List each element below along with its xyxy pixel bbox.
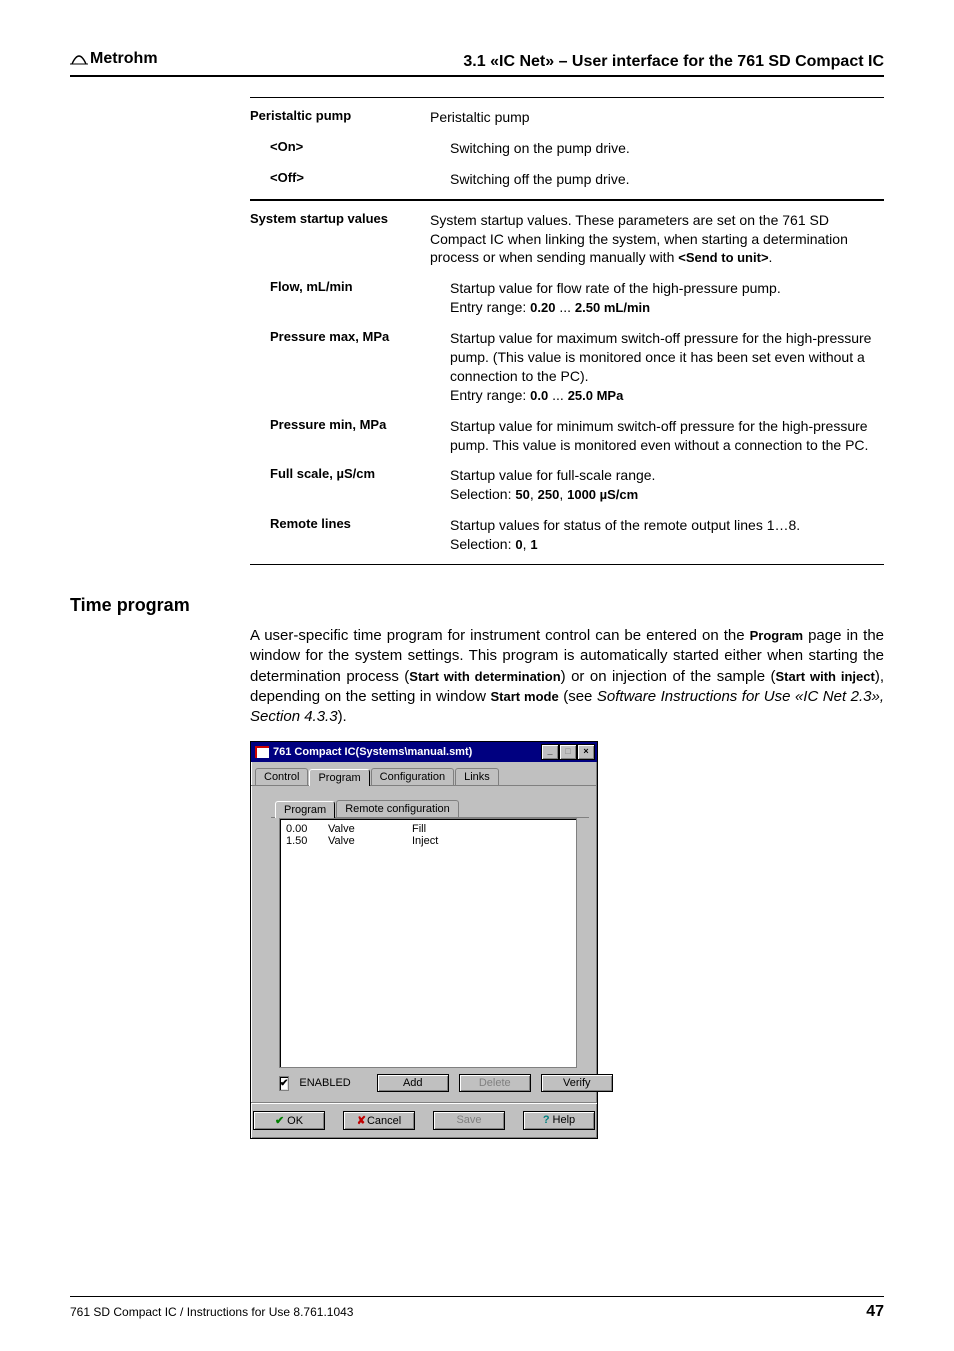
program-row[interactable]: 0.00ValveFill xyxy=(286,823,570,835)
verify-button[interactable]: Verify xyxy=(541,1074,613,1092)
definition-row: Flow, mL/minStartup value for flow rate … xyxy=(250,273,884,323)
tab-configuration[interactable]: Configuration xyxy=(371,768,454,785)
enabled-label: ENABLED xyxy=(299,1077,350,1089)
definition-row: Pressure min, MPaStartup value for minim… xyxy=(250,411,884,461)
inner-tabstrip: ProgramRemote configuration xyxy=(271,794,589,818)
definition-row: Peristaltic pumpPeristaltic pump xyxy=(250,97,884,133)
definition-desc: Startup value for maximum switch-off pre… xyxy=(450,329,884,405)
definition-desc: System startup values. These parameters … xyxy=(430,211,884,268)
program-argument: Fill xyxy=(412,823,570,835)
time-program-heading: Time program xyxy=(70,595,884,616)
footer-doc-id: 761 SD Compact IC / Instructions for Use… xyxy=(70,1305,353,1319)
definition-desc: Startup value for full-scale range.Selec… xyxy=(450,466,884,504)
definition-label: Peristaltic pump xyxy=(250,108,430,123)
definition-row: Pressure max, MPaStartup value for maxim… xyxy=(250,323,884,411)
dialog-titlebar[interactable]: 761 Compact IC(Systems\manual.smt) _ □ × xyxy=(251,742,597,762)
page-footer: 761 SD Compact IC / Instructions for Use… xyxy=(70,1296,884,1321)
definition-desc: Startup values for status of the remote … xyxy=(450,516,884,554)
definition-label: System startup values xyxy=(250,211,430,226)
definition-row: <Off>Switching off the pump drive. xyxy=(250,164,884,200)
program-time: 0.00 xyxy=(286,823,328,835)
definition-label: <Off> xyxy=(250,170,450,185)
definition-label: Pressure min, MPa xyxy=(250,417,450,432)
definition-row: Full scale, µS/cmStartup value for full-… xyxy=(250,460,884,510)
definition-desc: Switching on the pump drive. xyxy=(450,139,884,158)
controls-row: ✔ ENABLED Add Delete Verify xyxy=(251,1068,597,1102)
definition-label: Pressure max, MPa xyxy=(250,329,450,344)
metrohm-icon xyxy=(70,52,88,66)
definition-label: Full scale, µS/cm xyxy=(250,466,450,481)
time-program-paragraph: A user-specific time program for instrum… xyxy=(250,626,884,727)
cancel-button[interactable]: ✘Cancel xyxy=(343,1111,415,1130)
definition-row: System startup valuesSystem startup valu… xyxy=(250,200,884,274)
definition-label: Flow, mL/min xyxy=(250,279,450,294)
definition-row: Remote linesStartup values for status of… xyxy=(250,510,884,565)
definition-label: Remote lines xyxy=(250,516,450,531)
program-dialog: 761 Compact IC(Systems\manual.smt) _ □ ×… xyxy=(250,741,598,1139)
definition-desc: Startup value for flow rate of the high-… xyxy=(450,279,884,317)
dialog-footer: ✔OK ✘Cancel Save ?Help xyxy=(251,1102,597,1138)
definition-desc: Peristaltic pump xyxy=(430,108,884,127)
tab-links[interactable]: Links xyxy=(455,768,499,785)
close-button[interactable]: × xyxy=(577,744,595,760)
program-argument: Inject xyxy=(412,835,570,847)
dialog-app-icon xyxy=(255,746,269,758)
definition-table: Peristaltic pumpPeristaltic pump<On>Swit… xyxy=(250,97,884,565)
minimize-button[interactable]: _ xyxy=(541,744,559,760)
tab-program[interactable]: Program xyxy=(275,801,335,818)
definition-label: <On> xyxy=(250,139,450,154)
page-header: Metrohm 3.1 «IC Net» – User interface fo… xyxy=(70,50,884,77)
save-button: Save xyxy=(433,1111,505,1130)
help-button[interactable]: ?Help xyxy=(523,1111,595,1130)
program-row[interactable]: 1.50ValveInject xyxy=(286,835,570,847)
brand-text: Metrohm xyxy=(90,50,158,68)
program-command: Valve xyxy=(328,835,412,847)
enabled-checkbox[interactable]: ✔ xyxy=(279,1076,289,1091)
definition-desc: Startup value for minimum switch-off pre… xyxy=(450,417,884,455)
outer-tabstrip: ControlProgramConfigurationLinks xyxy=(251,762,597,786)
dialog-title: 761 Compact IC(Systems\manual.smt) xyxy=(273,746,472,758)
brand-logo: Metrohm xyxy=(70,50,158,68)
ok-button[interactable]: ✔OK xyxy=(253,1111,325,1130)
program-list[interactable]: 0.00ValveFill1.50ValveInject xyxy=(279,818,577,1068)
tab-program[interactable]: Program xyxy=(309,769,369,786)
tab-remote-configuration[interactable]: Remote configuration xyxy=(336,800,459,817)
program-time: 1.50 xyxy=(286,835,328,847)
tab-control[interactable]: Control xyxy=(255,768,308,785)
delete-button: Delete xyxy=(459,1074,531,1092)
definition-row: <On>Switching on the pump drive. xyxy=(250,133,884,164)
definition-desc: Switching off the pump drive. xyxy=(450,170,884,189)
maximize-button: □ xyxy=(559,744,577,760)
page-number: 47 xyxy=(866,1303,884,1321)
section-title: 3.1 «IC Net» – User interface for the 76… xyxy=(463,53,884,71)
add-button[interactable]: Add xyxy=(377,1074,449,1092)
program-command: Valve xyxy=(328,823,412,835)
